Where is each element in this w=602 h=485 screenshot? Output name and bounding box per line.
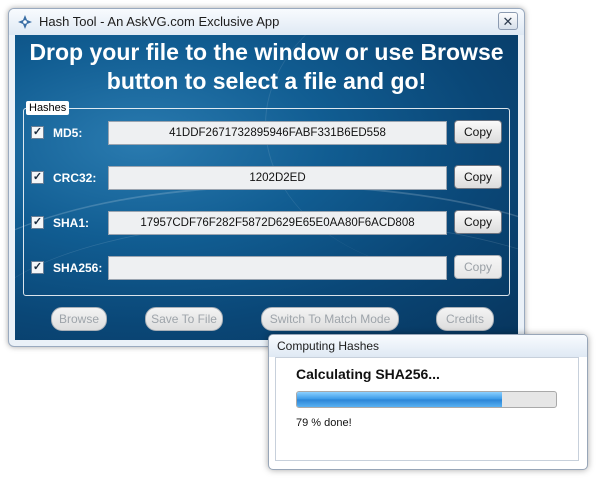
crc32-copy-button[interactable]: Copy: [454, 165, 502, 189]
drop-instructions-line-1: Drop your file to the window or use Brow…: [29, 39, 504, 65]
sha1-row: ✓ SHA1: 17957CDF76F282F5872D629E65E0AA80…: [31, 210, 511, 236]
sha1-hash-field[interactable]: 17957CDF76F282F5872D629E65E0AA80F6ACD808: [108, 211, 447, 235]
credits-button[interactable]: Credits: [436, 307, 494, 331]
crc32-hash-field[interactable]: 1202D2ED: [108, 166, 447, 190]
crc32-row: ✓ CRC32: 1202D2ED Copy: [31, 165, 511, 191]
computing-hashes-dialog: Computing Hashes Calculating SHA256... 7…: [268, 334, 588, 470]
dialog-body: Calculating SHA256... 79 % done!: [275, 357, 579, 461]
drop-instructions-line-2: button to select a file and go!: [106, 68, 427, 94]
main-content[interactable]: Drop your file to the window or use Brow…: [15, 35, 518, 340]
window-title: Hash Tool - An AskVG.com Exclusive App: [39, 14, 280, 29]
md5-hash-field[interactable]: 41DDF2671732895946FABF331B6ED558: [108, 121, 447, 145]
save-to-file-button[interactable]: Save To File: [145, 307, 223, 331]
crc32-label: CRC32:: [53, 171, 97, 185]
drop-instructions: Drop your file to the window or use Brow…: [15, 38, 518, 96]
browse-button[interactable]: Browse: [51, 307, 107, 331]
sha1-copy-button[interactable]: Copy: [454, 210, 502, 234]
window-titlebar[interactable]: Hash Tool - An AskVG.com Exclusive App ✕: [9, 9, 524, 35]
hash-tool-window: Hash Tool - An AskVG.com Exclusive App ✕…: [8, 8, 525, 347]
dialog-titlebar[interactable]: Computing Hashes: [269, 335, 587, 357]
sha1-checkbox[interactable]: ✓: [31, 216, 44, 229]
sha256-label: SHA256:: [53, 261, 103, 275]
close-button[interactable]: ✕: [498, 12, 518, 30]
sha256-checkbox[interactable]: ✓: [31, 261, 44, 274]
sha256-hash-field[interactable]: [108, 256, 447, 280]
md5-label: MD5:: [53, 126, 83, 140]
sha256-row: ✓ SHA256: Copy: [31, 255, 511, 281]
md5-checkbox[interactable]: ✓: [31, 126, 44, 139]
md5-row: ✓ MD5: 41DDF2671732895946FABF331B6ED558 …: [31, 120, 511, 146]
hashes-group-label: Hashes: [26, 101, 70, 115]
switch-to-match-mode-button[interactable]: Switch To Match Mode: [261, 307, 399, 331]
app-logo-icon: [18, 15, 32, 29]
sha1-label: SHA1:: [53, 216, 90, 230]
md5-copy-button[interactable]: Copy: [454, 120, 502, 144]
progress-heading: Calculating SHA256...: [296, 366, 440, 382]
progress-status: 79 % done!: [296, 417, 352, 429]
progress-bar-fill: [297, 392, 502, 407]
dialog-title: Computing Hashes: [277, 339, 380, 353]
progress-bar: [296, 391, 557, 408]
sha256-copy-button[interactable]: Copy: [454, 255, 502, 279]
crc32-checkbox[interactable]: ✓: [31, 171, 44, 184]
